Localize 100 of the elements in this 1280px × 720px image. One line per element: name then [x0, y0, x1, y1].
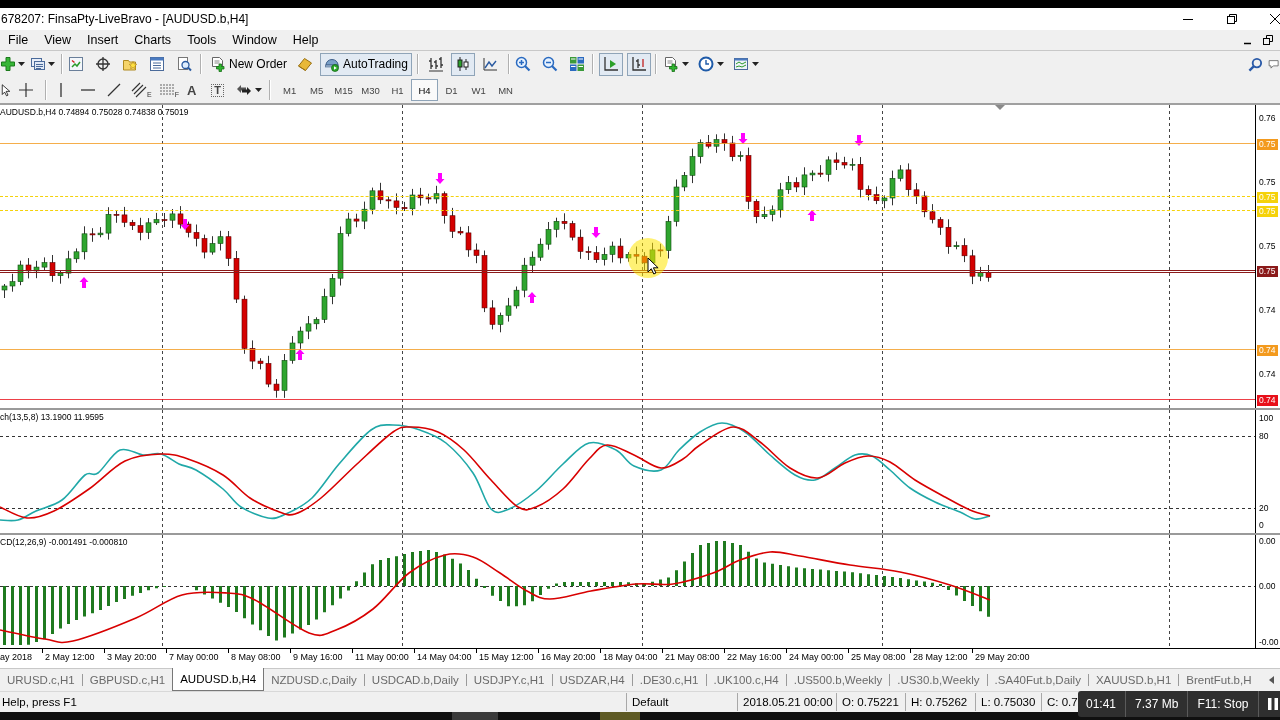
price-scale-label: 0.75 [1259, 241, 1276, 251]
menu-item[interactable]: Insert [79, 31, 127, 49]
caret-icon[interactable] [716, 62, 724, 66]
tab[interactable]: .DE30.c,H1 [632, 669, 706, 691]
document-plus-icon[interactable] [210, 56, 226, 72]
new-order-button[interactable]: New Order [206, 52, 291, 76]
search-icon[interactable] [1248, 56, 1263, 72]
auto-trading-button[interactable]: AutoTrading [320, 52, 412, 76]
timeframe-button[interactable]: M30 [357, 79, 385, 101]
magnifier-page-icon[interactable] [176, 56, 192, 72]
menu-item[interactable]: Tools [179, 31, 225, 49]
caret-icon[interactable] [681, 62, 689, 66]
tab[interactable]: XAUUSD.b,H1 [1088, 669, 1179, 691]
timeframe-button[interactable]: D1 [438, 79, 466, 101]
timeframe-button[interactable]: MN [492, 79, 520, 101]
timeframe-button[interactable]: M5 [303, 79, 331, 101]
chart-window-icon[interactable] [68, 56, 84, 72]
stochastic-scale-label: 20 [1259, 503, 1269, 513]
list-window-icon[interactable] [149, 56, 165, 72]
crosshair-circle-icon[interactable] [95, 56, 111, 72]
trendline-icon[interactable] [106, 82, 122, 98]
pause-icon[interactable] [1267, 698, 1278, 710]
parallel-lines-icon [131, 82, 147, 98]
macd-scale-label: 0.00 [1259, 536, 1276, 546]
file-size: 7.37 Mb [1135, 697, 1179, 711]
macd-label: CD(12,26,9) -0.001491 -0.000810 [0, 537, 128, 548]
dome-play-icon[interactable] [324, 56, 340, 72]
tile-icon[interactable] [568, 56, 585, 72]
tab[interactable]: GBPUSD.c,H1 [82, 669, 173, 691]
tab[interactable]: AUDUSD.b,H4 [172, 668, 265, 691]
tab[interactable]: NZDUSD.c,Daily [264, 669, 364, 691]
scroll-left-icon[interactable] [1269, 676, 1274, 684]
stop-hint: F11: Stop [1197, 697, 1249, 711]
timeframe-button[interactable]: M15 [330, 79, 358, 101]
label-tool-button[interactable]: T [211, 83, 225, 97]
window-title: 678207: FinsaPty-LiveBravo - [AUDUSD.b,H4] [0, 12, 249, 26]
price-tag: 0.75 [1257, 266, 1278, 277]
menu-item[interactable]: File [0, 31, 37, 49]
price-tag: 0.74 [1257, 345, 1278, 356]
clock-icon[interactable] [697, 56, 714, 72]
tab[interactable]: BrentFut.b,H [1179, 669, 1259, 691]
stochastic-scale-label: 0 [1259, 520, 1264, 530]
stochastic-label: ch(13,5,8) 13.1900 11.9595 [0, 412, 104, 423]
price-scale-label: 0.75 [1259, 177, 1276, 187]
crosshair-icon[interactable] [18, 82, 34, 98]
menu-item[interactable]: Window [224, 31, 285, 49]
cursor-icon[interactable] [0, 82, 12, 98]
macd-scale-label: 0.00 [1259, 581, 1276, 591]
tab[interactable]: USDCAD.b,Daily [364, 669, 466, 691]
open-price: O: 0.75221 [836, 693, 905, 711]
tab[interactable]: .SA40Fut.b,Daily [987, 669, 1088, 691]
timeframe-button[interactable]: W1 [465, 79, 493, 101]
profile-name: Default [626, 693, 737, 711]
price-scale-label: 0.74 [1259, 305, 1276, 315]
menu-item[interactable]: View [36, 31, 80, 49]
timeframe-button[interactable]: H4 [411, 79, 439, 101]
elapsed-time: 01:41 [1086, 697, 1117, 711]
eraser-icon[interactable] [297, 56, 313, 72]
price-tag: 0.75 [1257, 192, 1278, 203]
dashed-lines-icon [158, 82, 175, 98]
tab[interactable]: .US30.b,Weekly [890, 669, 987, 691]
bar-time: 2018.05.21 00:00 [737, 693, 836, 711]
caret-icon[interactable] [255, 88, 263, 92]
price-tag: 0.75 [1257, 139, 1278, 150]
tab[interactable]: USDJPY.c,H1 [466, 669, 552, 691]
stochastic-scale-label: 100 [1259, 413, 1274, 423]
price-tag: 0.75 [1257, 206, 1278, 217]
caret-icon[interactable] [48, 62, 55, 66]
caret-icon[interactable] [751, 62, 759, 66]
timeframe-button[interactable]: M1 [276, 79, 304, 101]
time-axis-label: ay 2018 [0, 651, 34, 664]
price-tag: 0.74 [1257, 395, 1278, 406]
zoom-in-icon[interactable] [514, 56, 531, 72]
zoom-out-icon[interactable] [541, 56, 558, 72]
restore-icon[interactable] [1227, 14, 1237, 24]
chart-symbol-info: AUDUSD.b,H4 0.74894 0.75028 0.74838 0.75019 [0, 107, 189, 118]
tab[interactable]: .US500.b,Weekly [786, 669, 890, 691]
close-price: C: 0.7 [1041, 693, 1077, 711]
plus-icon[interactable] [0, 56, 16, 72]
caret-icon[interactable] [18, 62, 25, 66]
high-price: H: 0.75262 [905, 693, 975, 711]
text-tool-button[interactable]: A [186, 83, 197, 97]
low-price: L: 0.75030 [975, 693, 1041, 711]
help-text: Help, press F1 [1, 695, 78, 710]
windows-icon[interactable] [30, 56, 46, 72]
document-plus-icon[interactable] [662, 56, 679, 72]
close-icon[interactable] [1270, 14, 1280, 24]
tab[interactable]: .UK100.c,H4 [706, 669, 786, 691]
tab[interactable]: USDZAR,H4 [552, 669, 632, 691]
menu-item[interactable]: Help [284, 31, 327, 49]
price-scale-label: 0.76 [1259, 113, 1276, 123]
timeframe-button[interactable]: H1 [384, 79, 412, 101]
restore-icon[interactable] [1263, 35, 1273, 45]
menu-item[interactable]: Charts [126, 31, 180, 49]
price-scale-label: 0.74 [1259, 369, 1276, 379]
stochastic-scale-label: 80 [1259, 431, 1269, 441]
tab[interactable]: URUSD.c,H1 [0, 669, 82, 691]
chat-icon[interactable] [1268, 57, 1280, 71]
macd-scale-label: -0.00 [1259, 637, 1279, 647]
chart-window-icon[interactable] [732, 56, 749, 72]
